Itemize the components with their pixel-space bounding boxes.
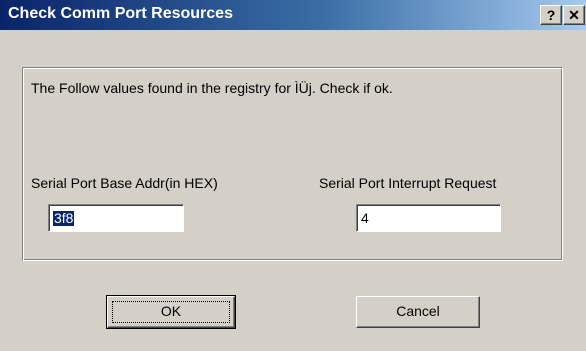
base-addr-input[interactable]: 3f8: [48, 204, 184, 232]
window-title: Check Comm Port Resources: [8, 5, 233, 22]
close-button[interactable]: ✕: [563, 5, 585, 25]
focus-rect: [112, 301, 230, 323]
registry-message: The Follow values found in the registry …: [31, 80, 393, 96]
help-button[interactable]: ?: [540, 5, 562, 25]
irq-input[interactable]: 4: [356, 204, 501, 232]
irq-label: Serial Port Interrupt Request: [319, 175, 497, 191]
base-addr-label: Serial Port Base Addr(in HEX): [31, 175, 218, 191]
title-bar[interactable]: Check Comm Port Resources ? ✕: [0, 0, 586, 30]
close-icon: ✕: [568, 7, 580, 23]
dialog-window: Check Comm Port Resources ? ✕ The Follow…: [0, 0, 586, 351]
ok-button[interactable]: OK: [106, 295, 236, 329]
question-mark-icon: ?: [546, 7, 556, 23]
irq-value: 4: [361, 210, 369, 226]
cancel-label: Cancel: [396, 303, 440, 319]
base-addr-value: 3f8: [53, 210, 75, 226]
cancel-button[interactable]: Cancel: [356, 296, 480, 328]
